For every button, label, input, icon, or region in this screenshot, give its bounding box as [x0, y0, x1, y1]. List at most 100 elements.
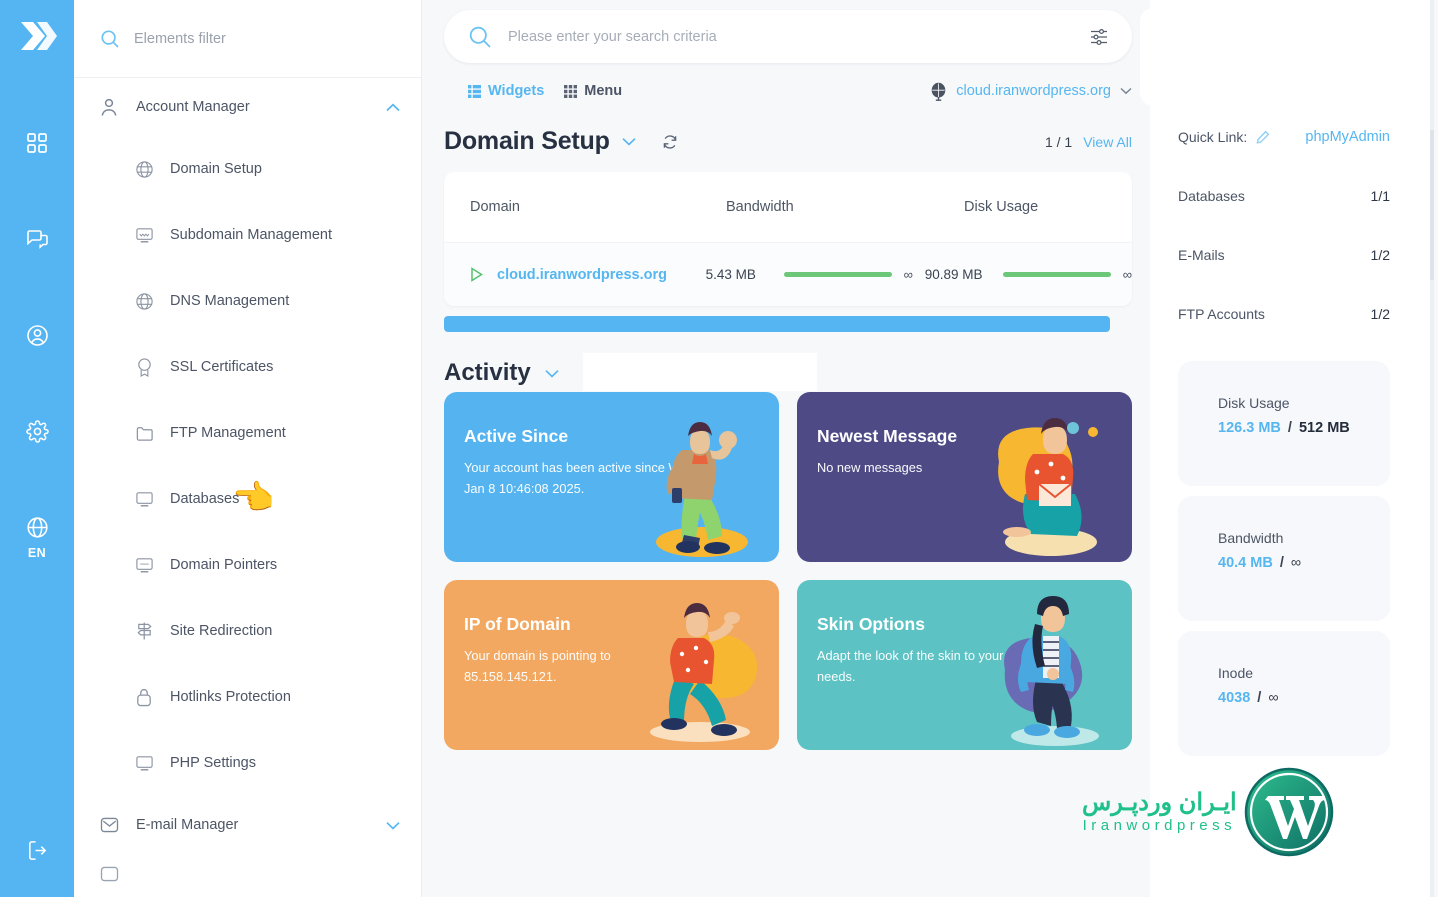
play-icon[interactable]: [470, 267, 483, 282]
menu-label: Menu: [584, 83, 623, 99]
sidebar-item-ssl-certificates[interactable]: SSL Certificates: [74, 334, 422, 400]
right-panel-scrollbar[interactable]: [1430, 0, 1434, 897]
chevron-down-icon[interactable]: [386, 821, 400, 830]
dns-globe-icon: [132, 292, 156, 311]
chevron-down-icon[interactable]: [1120, 87, 1132, 95]
resource-separator: /: [1257, 690, 1262, 706]
www-globe-icon: [132, 160, 156, 179]
domain-globe-icon: [930, 82, 947, 101]
sidebar-item-label: Hotlinks Protection: [170, 689, 291, 705]
quick-link-row: Quick Link: phpMyAdmin: [1178, 108, 1390, 166]
widgets-label: Widgets: [488, 83, 545, 99]
resource-label: Bandwidth: [1218, 530, 1284, 546]
search-icon: [468, 25, 492, 49]
resource-value: 4038 / ∞: [1218, 690, 1390, 706]
main-content: Please enter your search criteria Widget…: [422, 0, 1150, 897]
activity-card-ip-of-domain[interactable]: IP of Domain Your domain is pointing to …: [444, 580, 779, 750]
nav-group-account-manager[interactable]: Account Manager: [74, 78, 422, 136]
menu-grid-icon: [564, 84, 578, 98]
pencil-icon[interactable]: [1256, 130, 1270, 144]
sidebar-item-domain-setup[interactable]: Domain Setup: [74, 136, 422, 202]
pagination-area: 1 / 1 View All: [1045, 134, 1132, 150]
nav-group-label: Account Manager: [136, 99, 250, 115]
nav-group-partial[interactable]: [74, 854, 422, 894]
sql-database-icon: [132, 490, 156, 509]
resource-total: ∞: [1268, 690, 1279, 706]
resource-card-bandwidth: Bandwidth 40.4 MB / ∞: [1178, 496, 1390, 621]
ftp-folder-icon: [132, 424, 156, 443]
sidebar-item-label: Site Redirection: [170, 623, 273, 639]
nav-group-label: E-mail Manager: [136, 817, 239, 833]
scrollbar-thumb[interactable]: [1430, 130, 1434, 280]
view-toolbar: Widgets Menu cloud.iranwordpress.org: [422, 63, 1150, 105]
sidebar-item-php-settings[interactable]: PHP Settings: [74, 730, 422, 796]
elements-filter-row[interactable]: Elements filter: [74, 0, 422, 78]
gear-icon[interactable]: [14, 408, 60, 454]
stat-value: 1/1: [1370, 187, 1390, 204]
resource-label: Inode: [1218, 665, 1254, 681]
globe-icon[interactable]: [14, 504, 60, 550]
illustration-woman-running: [628, 590, 773, 750]
resource-total: ∞: [1290, 555, 1302, 571]
sidebar-item-hotlinks-protection[interactable]: Hotlinks Protection: [74, 664, 422, 730]
sidebar-item-label: Subdomain Management: [170, 227, 333, 243]
widgets-grid-icon: [468, 84, 481, 98]
activity-card-newest-message[interactable]: Newest Message No new messages: [797, 392, 1132, 562]
view-all-link[interactable]: View All: [1083, 134, 1132, 150]
dashboard-icon[interactable]: [14, 120, 60, 166]
directadmin-logo[interactable]: [15, 14, 59, 58]
activity-blank-box: [582, 353, 817, 391]
elements-filter-input[interactable]: Elements filter: [134, 31, 226, 47]
resource-used: 126.3 MB: [1218, 420, 1281, 436]
sidebar-item-label: PHP Settings: [170, 755, 256, 771]
envelope-icon: [100, 817, 126, 833]
sidebar-item-databases[interactable]: Databases: [74, 466, 422, 532]
pointer-monitor-icon: [132, 556, 156, 575]
sliders-icon[interactable]: [1088, 26, 1110, 48]
global-search-bar[interactable]: Please enter your search criteria: [444, 10, 1132, 63]
disk-limit: ∞: [1122, 267, 1132, 282]
column-header-disk-usage: Disk Usage: [964, 199, 1039, 215]
sidebar-item-subdomain-management[interactable]: Subdomain Management: [74, 202, 422, 268]
right-panel-inner: Quick Link: phpMyAdmin Databases 1/1 E-M…: [1150, 0, 1430, 897]
domain-selector[interactable]: cloud.iranwordpress.org: [930, 82, 1132, 101]
sidebar-item-label: Domain Setup: [170, 161, 262, 177]
quick-link-value[interactable]: phpMyAdmin: [1305, 129, 1390, 145]
sidebar-item-site-redirection[interactable]: Site Redirection: [74, 598, 422, 664]
icon-rail: EN: [0, 0, 74, 897]
resource-value: 126.3 MB / 512 MB: [1218, 420, 1390, 436]
chevron-down-icon[interactable]: [545, 369, 559, 378]
activity-card-skin-options[interactable]: Skin Options Adapt the look of the skin …: [797, 580, 1132, 750]
illustration-woman-walking: [628, 402, 773, 562]
table-row[interactable]: cloud.iranwordpress.org 5.43 MB ∞ 90.89 …: [444, 242, 1132, 306]
chevron-down-icon[interactable]: [622, 137, 636, 146]
sidebar-item-dns-management[interactable]: DNS Management: [74, 268, 422, 334]
refresh-icon[interactable]: [662, 134, 678, 150]
ssl-badge-icon: [132, 357, 156, 377]
activity-title: Activity: [444, 359, 531, 386]
resource-card-disk-usage: Disk Usage 126.3 MB / 512 MB: [1178, 361, 1390, 486]
domain-link[interactable]: cloud.iranwordpress.org: [497, 267, 667, 283]
stat-label: Databases: [1178, 187, 1245, 204]
language-label[interactable]: EN: [28, 546, 46, 560]
logout-icon[interactable]: [14, 827, 60, 873]
nav-group-email-manager[interactable]: E-mail Manager: [74, 796, 422, 854]
user-icon[interactable]: [14, 312, 60, 358]
sidebar-item-domain-pointers[interactable]: Domain Pointers: [74, 532, 422, 598]
search-area: Please enter your search criteria: [422, 0, 1150, 63]
resource-card-inode: Inode 4038 / ∞: [1178, 631, 1390, 756]
menu-button[interactable]: Menu: [564, 83, 622, 99]
search-input[interactable]: Please enter your search criteria: [508, 29, 1088, 45]
chat-icon[interactable]: [14, 216, 60, 262]
domain-table-card: Domain Bandwidth Disk Usage cloud.iranwo…: [444, 172, 1132, 306]
quick-link-label: Quick Link:: [1178, 129, 1248, 145]
resource-total: 512 MB: [1298, 420, 1350, 436]
horizontal-scrollbar[interactable]: [444, 316, 1110, 332]
chevron-up-icon[interactable]: [386, 103, 400, 112]
resource-label: Disk Usage: [1218, 395, 1290, 411]
stat-row-databases: Databases 1/1: [1178, 166, 1390, 225]
activity-card-active-since[interactable]: Active Since Your account has been activ…: [444, 392, 779, 562]
illustration-woman-envelope: [981, 402, 1126, 562]
sidebar-item-ftp-management[interactable]: FTP Management: [74, 400, 422, 466]
widgets-button[interactable]: Widgets: [468, 83, 544, 99]
